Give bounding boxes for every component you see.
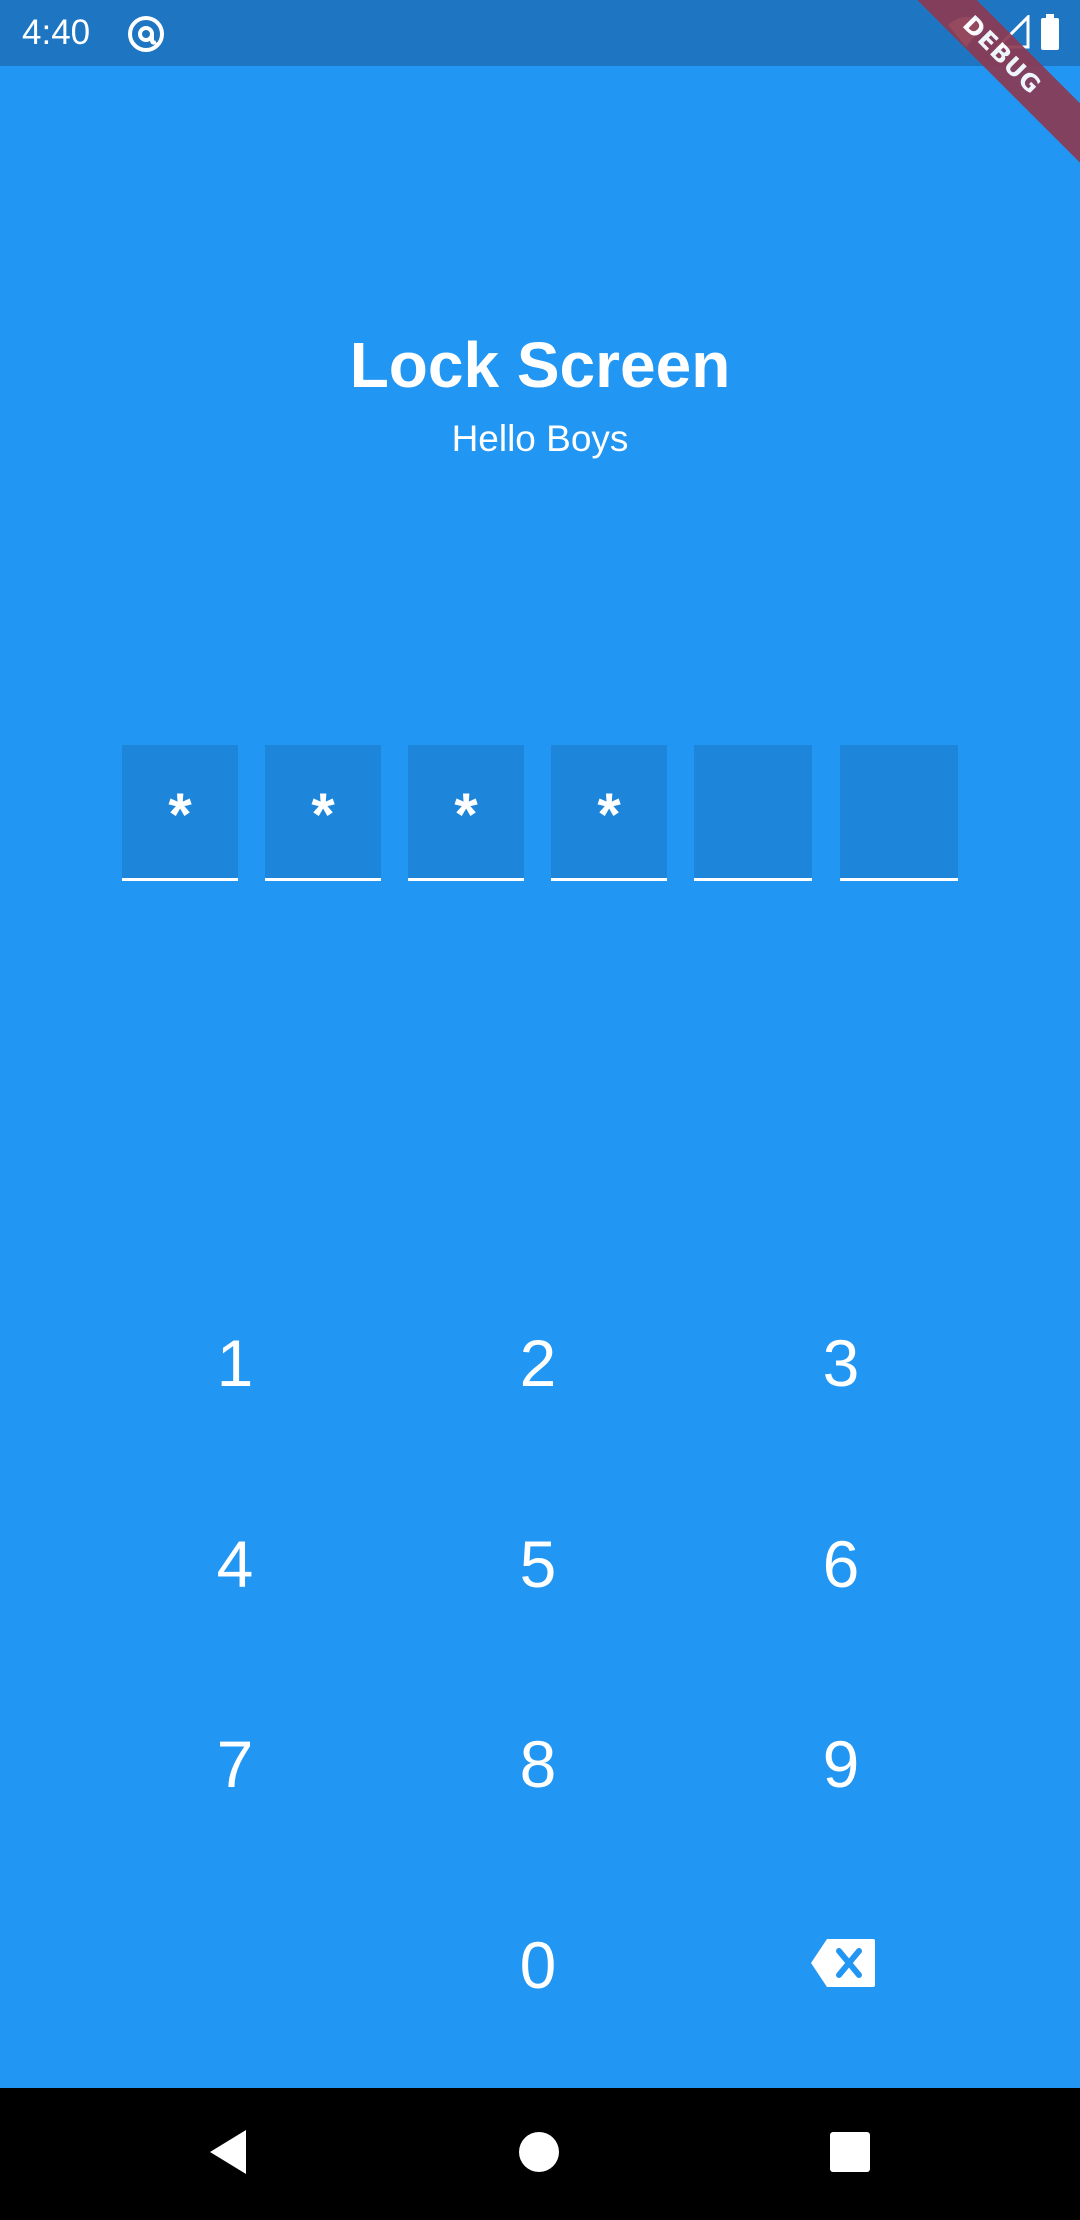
keypad-key-2[interactable]: 2 [438, 1278, 638, 1448]
keypad-key-3[interactable]: 3 [741, 1278, 941, 1448]
status-time: 4:40 [22, 13, 91, 52]
pin-box-4: * [551, 745, 667, 881]
recents-icon [829, 2131, 871, 2178]
pin-box-6 [840, 745, 958, 881]
backspace-icon [809, 1937, 877, 1994]
keypad-key-0[interactable]: 0 [438, 1880, 638, 2050]
keypad-key-7[interactable]: 7 [135, 1679, 335, 1849]
pin-digit: * [597, 781, 621, 848]
page-subtitle: Hello Boys [451, 418, 629, 459]
pin-box-1: * [122, 745, 238, 881]
battery-icon [1040, 13, 1060, 55]
home-icon [517, 2130, 561, 2179]
pin-digit: * [311, 781, 335, 848]
keypad-key-5[interactable]: 5 [438, 1479, 638, 1649]
keypad-key-8[interactable]: 8 [438, 1679, 638, 1849]
backspace-button[interactable] [743, 1880, 943, 2050]
pin-box-3: * [408, 745, 524, 881]
back-icon [206, 2128, 250, 2181]
nav-back-button[interactable] [192, 2118, 264, 2190]
system-nav-bar [0, 2088, 1080, 2220]
nav-home-button[interactable] [503, 2118, 575, 2190]
keypad-key-4[interactable]: 4 [135, 1479, 335, 1649]
pin-digit: * [168, 781, 192, 848]
nav-recents-button[interactable] [814, 2118, 886, 2190]
page-title: Lock Screen [349, 329, 731, 401]
pin-box-5 [694, 745, 812, 881]
pin-box-2: * [265, 745, 381, 881]
keypad-key-9[interactable]: 9 [741, 1679, 941, 1849]
keypad-key-1[interactable]: 1 [135, 1278, 335, 1448]
pin-digit: * [454, 781, 478, 848]
notification-at-icon [126, 14, 166, 54]
status-bar: 4:40 [0, 0, 1080, 66]
keypad-key-6[interactable]: 6 [741, 1479, 941, 1649]
